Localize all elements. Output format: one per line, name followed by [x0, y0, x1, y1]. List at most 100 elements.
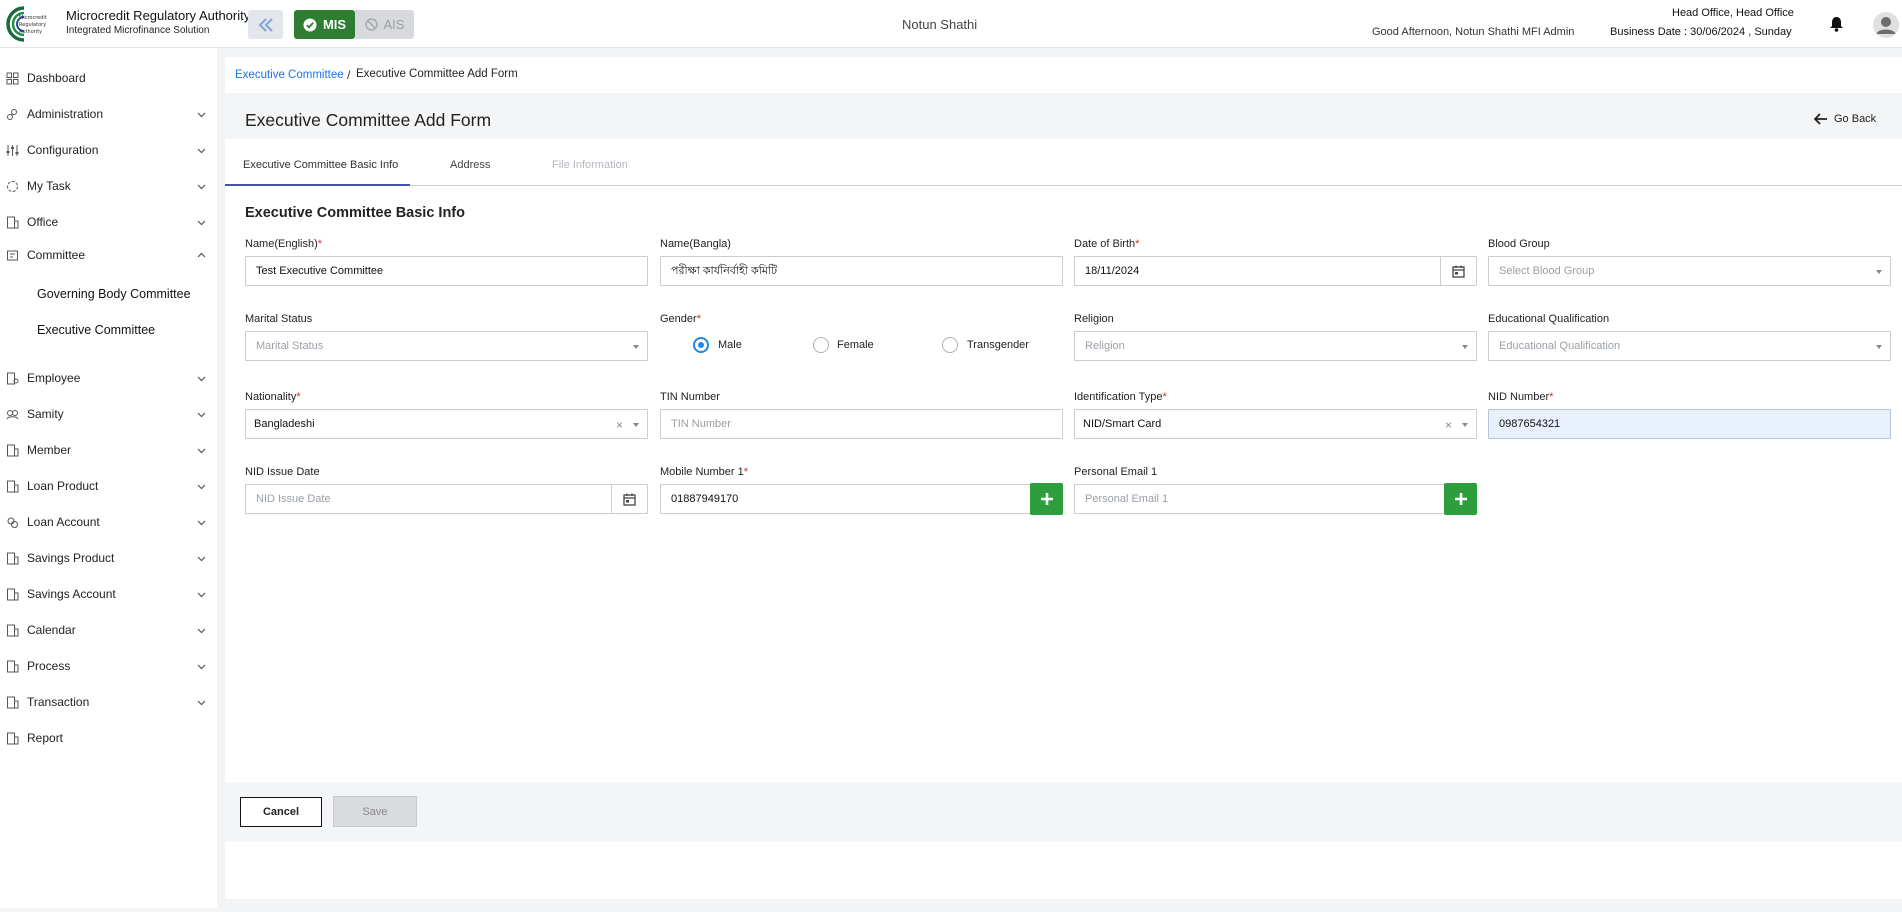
- chevron-down-icon: [197, 412, 206, 417]
- sidebar-item-label: Loan Account: [27, 515, 100, 529]
- chevron-down-icon: [197, 112, 206, 117]
- sidebar-item-transaction[interactable]: Transaction: [0, 689, 217, 715]
- business-date: Business Date : 30/06/2024 , Sunday: [1610, 26, 1792, 38]
- sidebar-item-label: Dashboard: [27, 71, 86, 85]
- breadcrumb-link-executive-committee[interactable]: Executive Committee: [235, 69, 344, 81]
- nid-issue-date-label: NID Issue Date: [245, 466, 320, 478]
- sidebar-item-samity[interactable]: Samity: [0, 401, 217, 427]
- nid-number-input[interactable]: 0987654321: [1488, 409, 1891, 439]
- mobile-number-input[interactable]: 01887949170: [660, 484, 1032, 514]
- loan-product-icon: [7, 480, 19, 492]
- dropdown-caret-icon: [1876, 345, 1882, 349]
- religion-select[interactable]: Religion: [1074, 331, 1477, 361]
- dropdown-caret-icon: [1462, 345, 1468, 349]
- calendar-icon: [1452, 265, 1465, 278]
- form-actions: Cancel Save: [225, 782, 1902, 842]
- top-bar: Microcredit Regulatory Authority Microcr…: [0, 0, 1902, 48]
- dob-value: 18/11/2024: [1085, 265, 1140, 277]
- gender-transgender-radio[interactable]: [942, 337, 958, 353]
- plus-icon: [1040, 493, 1053, 505]
- sidebar-item-office[interactable]: Office: [0, 209, 217, 235]
- go-back-button[interactable]: Go Back: [1814, 113, 1876, 125]
- sidebar-item-my-task[interactable]: My Task: [0, 173, 217, 199]
- clear-icon[interactable]: ×: [1445, 418, 1452, 432]
- nid-issue-calendar-button[interactable]: [611, 485, 647, 513]
- tab-file-information[interactable]: File Information: [552, 159, 628, 171]
- sidebar-item-employee[interactable]: Employee: [0, 365, 217, 391]
- go-back-label: Go Back: [1834, 113, 1877, 125]
- sidebar-item-member[interactable]: Member: [0, 437, 217, 463]
- dropdown-caret-icon: [633, 345, 639, 349]
- sidebar-item-calendar[interactable]: Calendar: [0, 617, 217, 643]
- sidebar-subitem-governing-body-committee[interactable]: Governing Body Committee: [0, 281, 217, 307]
- task-icon: [7, 180, 18, 192]
- sidebar-item-report[interactable]: Report: [0, 725, 217, 751]
- marital-status-select[interactable]: Marital Status: [245, 331, 648, 361]
- bell-icon[interactable]: [1829, 16, 1844, 35]
- chevron-up-icon: [197, 252, 206, 257]
- blood-group-select[interactable]: Select Blood Group: [1488, 256, 1891, 286]
- sidebar-item-label: Samity: [27, 407, 64, 421]
- breadcrumb-separator: /: [347, 68, 351, 82]
- personal-email-input[interactable]: Personal Email 1: [1074, 484, 1446, 514]
- gender-female-radio[interactable]: [813, 337, 829, 353]
- name-bangla-input[interactable]: পরীক্ষা কার্যনির্বাহী কমিটি: [660, 256, 1063, 286]
- sidebar-subitem-executive-committee[interactable]: Executive Committee: [0, 317, 217, 343]
- dob-calendar-button[interactable]: [1440, 257, 1476, 285]
- gender-male-radio[interactable]: [693, 337, 709, 353]
- mra-logo: Microcredit Regulatory Authority: [6, 5, 58, 43]
- add-mobile-button[interactable]: [1030, 483, 1063, 515]
- clear-icon[interactable]: ×: [616, 418, 623, 432]
- sidebar-item-administration[interactable]: Administration: [0, 101, 217, 127]
- sidebar-item-dashboard[interactable]: Dashboard: [0, 65, 217, 91]
- chevron-down-icon: [197, 592, 206, 597]
- sidebar-item-label: My Task: [27, 179, 71, 193]
- name-english-input[interactable]: Test Executive Committee: [245, 256, 648, 286]
- dropdown-caret-icon: [633, 423, 639, 427]
- samity-icon: [6, 409, 19, 419]
- committee-icon: [7, 250, 18, 260]
- collapse-sidebar-button[interactable]: [248, 10, 283, 39]
- sidebar-item-savings-account[interactable]: Savings Account: [0, 581, 217, 607]
- dropdown-caret-icon: [1876, 270, 1882, 274]
- tin-input[interactable]: TIN Number: [660, 409, 1063, 439]
- admin-icon: [7, 108, 17, 120]
- blood-group-label: Blood Group: [1488, 238, 1550, 250]
- dob-label: Date of Birth*: [1074, 238, 1140, 250]
- active-tab-indicator: [225, 184, 410, 186]
- sidebar-item-process[interactable]: Process: [0, 653, 217, 679]
- identification-type-select[interactable]: NID/Smart Card ×: [1074, 409, 1477, 439]
- sidebar-item-savings-product[interactable]: Savings Product: [0, 545, 217, 571]
- sidebar-item-committee[interactable]: Committee: [0, 242, 217, 268]
- save-button[interactable]: Save: [333, 796, 417, 827]
- tab-basic-info[interactable]: Executive Committee Basic Info: [243, 159, 398, 171]
- nid-issue-date-input[interactable]: NID Issue Date: [245, 484, 648, 514]
- mis-toggle-button[interactable]: MIS: [294, 10, 355, 39]
- tab-address[interactable]: Address: [450, 159, 490, 171]
- sidebar-item-label: Process: [27, 659, 71, 673]
- savings-account-icon: [7, 588, 19, 600]
- dob-input[interactable]: 18/11/2024: [1074, 256, 1477, 286]
- sidebar-item-label: Administration: [27, 107, 104, 121]
- cancel-button[interactable]: Cancel: [240, 797, 322, 827]
- calendar-icon: [623, 493, 636, 506]
- nationality-select[interactable]: Bangladeshi ×: [245, 409, 648, 439]
- sidebar-item-loan-account[interactable]: Loan Account: [0, 509, 217, 535]
- sidebar-item-label: Committee: [27, 248, 86, 262]
- sidebar-item-label: Report: [27, 731, 64, 745]
- sidebar-subitem-label: Executive Committee: [37, 323, 156, 337]
- ais-toggle-button[interactable]: AIS: [355, 10, 414, 39]
- sidebar-item-label: Loan Product: [27, 479, 99, 493]
- chevron-down-icon: [197, 628, 206, 633]
- plus-icon: [1454, 493, 1467, 505]
- education-select[interactable]: Educational Qualification: [1488, 331, 1891, 361]
- sidebar-item-label: Calendar: [27, 623, 76, 637]
- org-name: Microcredit Regulatory Authority: [66, 8, 251, 23]
- sidebar-item-configuration[interactable]: Configuration: [0, 137, 217, 163]
- add-email-button[interactable]: [1444, 483, 1477, 515]
- report-icon: [7, 732, 19, 744]
- sidebar-item-label: Transaction: [27, 695, 90, 709]
- svg-text:Microcredit: Microcredit: [19, 15, 47, 21]
- user-avatar-icon[interactable]: [1873, 12, 1899, 41]
- sidebar-item-loan-product[interactable]: Loan Product: [0, 473, 217, 499]
